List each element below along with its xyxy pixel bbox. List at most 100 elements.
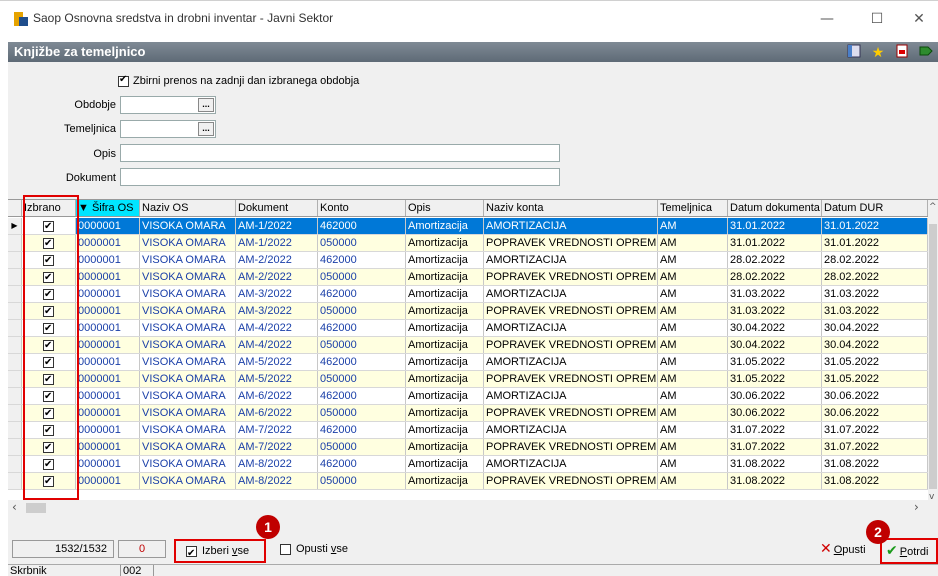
col-konto[interactable]: Konto <box>318 200 406 216</box>
app-logo-icon <box>14 12 28 26</box>
star-icon[interactable]: ★ <box>870 44 886 60</box>
cell-naziv-konta: AMORTIZACIJA <box>484 422 658 438</box>
cell-sifra-os: 0000001 <box>76 269 140 285</box>
layout-icon[interactable] <box>846 44 862 60</box>
dokument-field[interactable] <box>120 168 560 186</box>
cell-datum-dokumenta: 30.04.2022 <box>728 320 822 336</box>
table-row[interactable]: 0000001VISOKA OMARAAM-1/2022050000Amorti… <box>8 235 928 252</box>
table-row[interactable]: 0000001VISOKA OMARAAM-3/2022050000Amorti… <box>8 303 928 320</box>
table-row[interactable]: 0000001VISOKA OMARAAM-2/2022050000Amorti… <box>8 269 928 286</box>
confirm-check-icon: ✔ <box>886 543 898 559</box>
cell-datum-dur: 30.04.2022 <box>822 337 928 353</box>
obdobje-label: Obdobje <box>74 99 116 111</box>
select-all-option[interactable]: Izberi vse <box>174 539 266 564</box>
col-temeljnica[interactable]: Temeljnica <box>658 200 728 216</box>
table-row[interactable]: 0000001VISOKA OMARAAM-4/2022050000Amorti… <box>8 337 928 354</box>
cell-temeljnica: AM <box>658 371 728 387</box>
window-titlebar: Saop Osnovna sredstva in drobni inventar… <box>0 0 938 38</box>
temeljnica-field[interactable]: ... <box>120 120 216 138</box>
col-naziv-konta[interactable]: Naziv konta <box>484 200 658 216</box>
cell-datum-dur: 31.01.2022 <box>822 235 928 251</box>
cell-datum-dokumenta: 28.02.2022 <box>728 269 822 285</box>
cell-temeljnica: AM <box>658 252 728 268</box>
skrbnik-value: 002 <box>120 565 154 576</box>
cell-opis: Amortizacija <box>406 303 484 319</box>
cell-dokument: AM-7/2022 <box>236 439 318 455</box>
export-icon[interactable] <box>918 44 934 60</box>
vertical-scroll-thumb[interactable] <box>929 224 937 489</box>
cell-sifra-os: 0000001 <box>76 354 140 370</box>
table-row[interactable]: 0000001VISOKA OMARAAM-7/2022462000Amorti… <box>8 422 928 439</box>
cell-konto: 050000 <box>318 337 406 353</box>
scroll-right-icon[interactable]: › <box>914 500 919 514</box>
cell-datum-dokumenta: 28.02.2022 <box>728 252 822 268</box>
cell-konto: 050000 <box>318 303 406 319</box>
scroll-left-icon[interactable]: ‹ <box>12 500 17 514</box>
horizontal-scroll-thumb[interactable] <box>26 503 46 513</box>
cell-konto: 050000 <box>318 405 406 421</box>
table-row[interactable]: 0000001VISOKA OMARAAM-3/2022462000Amorti… <box>8 286 928 303</box>
grid-rows: ▶0000001VISOKA OMARAAM-1/2022462000Amort… <box>8 218 928 490</box>
cell-naziv-os: VISOKA OMARA <box>140 456 236 472</box>
table-row[interactable]: 0000001VISOKA OMARAAM-8/2022050000Amorti… <box>8 473 928 490</box>
cell-datum-dokumenta: 31.08.2022 <box>728 473 822 489</box>
cell-temeljnica: AM <box>658 354 728 370</box>
scroll-up-icon[interactable]: ^ <box>929 202 937 212</box>
cell-konto: 050000 <box>318 439 406 455</box>
table-row[interactable]: ▶ 0000001VISOKA OMARAAM-1/2022462000Amort… <box>8 218 928 235</box>
cancel-button[interactable]: ✕ Opusti <box>820 541 866 558</box>
maximize-button[interactable]: ☐ <box>862 7 892 31</box>
cell-opis: Amortizacija <box>406 235 484 251</box>
obdobje-field[interactable]: ... <box>120 96 216 114</box>
action-bar: 1532/1532 0 Izberi vse Opusti vse ✕Opust… <box>8 534 938 564</box>
cell-naziv-os: VISOKA OMARA <box>140 269 236 285</box>
opis-field[interactable] <box>120 144 560 162</box>
table-row[interactable]: 0000001VISOKA OMARAAM-2/2022462000Amorti… <box>8 252 928 269</box>
row-indicator <box>8 320 22 336</box>
row-indicator <box>8 371 22 387</box>
temeljnica-lookup-button[interactable]: ... <box>198 122 214 136</box>
col-sifra-os[interactable]: ▼ Šifra OS <box>76 200 140 216</box>
table-row[interactable]: 0000001VISOKA OMARAAM-8/2022462000Amorti… <box>8 456 928 473</box>
table-row[interactable]: 0000001VISOKA OMARAAM-7/2022050000Amorti… <box>8 439 928 456</box>
obdobje-lookup-button[interactable]: ... <box>198 98 214 112</box>
table-row[interactable]: 0000001VISOKA OMARAAM-4/2022462000Amorti… <box>8 320 928 337</box>
cell-opis: Amortizacija <box>406 405 484 421</box>
col-dokument[interactable]: Dokument <box>236 200 318 216</box>
table-row[interactable]: 0000001VISOKA OMARAAM-6/2022050000Amorti… <box>8 405 928 422</box>
horizontal-scrollbar[interactable]: ‹ › <box>8 500 928 516</box>
pdf-icon[interactable] <box>894 44 910 60</box>
col-datum-dur[interactable]: Datum DUR <box>822 200 928 216</box>
table-row[interactable]: 0000001VISOKA OMARAAM-5/2022462000Amorti… <box>8 354 928 371</box>
table-row[interactable]: 0000001VISOKA OMARAAM-6/2022462000Amorti… <box>8 388 928 405</box>
cell-naziv-os: VISOKA OMARA <box>140 303 236 319</box>
cell-konto: 462000 <box>318 218 406 234</box>
cell-datum-dur: 31.05.2022 <box>822 354 928 370</box>
table-row[interactable]: 0000001VISOKA OMARAAM-5/2022050000Amorti… <box>8 371 928 388</box>
minimize-button[interactable]: — <box>812 7 842 31</box>
cell-opis: Amortizacija <box>406 371 484 387</box>
cell-datum-dur: 30.04.2022 <box>822 320 928 336</box>
cell-datum-dokumenta: 30.06.2022 <box>728 405 822 421</box>
select-all-checkbox[interactable] <box>186 544 197 564</box>
cell-naziv-os: VISOKA OMARA <box>140 320 236 336</box>
cell-dokument: AM-2/2022 <box>236 252 318 268</box>
col-opis[interactable]: Opis <box>406 200 484 216</box>
deselect-all-checkbox[interactable] <box>280 543 291 555</box>
scroll-down-icon[interactable]: v <box>929 492 934 502</box>
close-button[interactable]: ✕ <box>904 7 934 31</box>
vertical-scrollbar[interactable]: ^ v <box>928 200 938 516</box>
form-header: Knjižbe za temeljnico ★ <box>8 42 938 62</box>
col-naziv-os[interactable]: Naziv OS <box>140 200 236 216</box>
deselect-all-option[interactable]: Opusti vse <box>280 542 348 556</box>
confirm-button[interactable]: ✔ Potrdi <box>880 538 938 564</box>
zbirni-checkbox[interactable] <box>118 74 129 87</box>
cell-opis: Amortizacija <box>406 473 484 489</box>
col-datum-dokumenta[interactable]: Datum dokumenta <box>728 200 822 216</box>
cell-naziv-konta: POPRAVEK VREDNOSTI OPREME <box>486 473 658 489</box>
row-indicator <box>8 439 22 455</box>
zbirni-prenos-option[interactable]: Zbirni prenos na zadnji dan izbranega ob… <box>118 74 359 87</box>
cell-opis: Amortizacija <box>406 422 484 438</box>
cell-dokument: AM-3/2022 <box>236 303 318 319</box>
postings-grid[interactable]: Izbrano ▼ Šifra OS Naziv OS Dokument Kon… <box>8 199 938 516</box>
